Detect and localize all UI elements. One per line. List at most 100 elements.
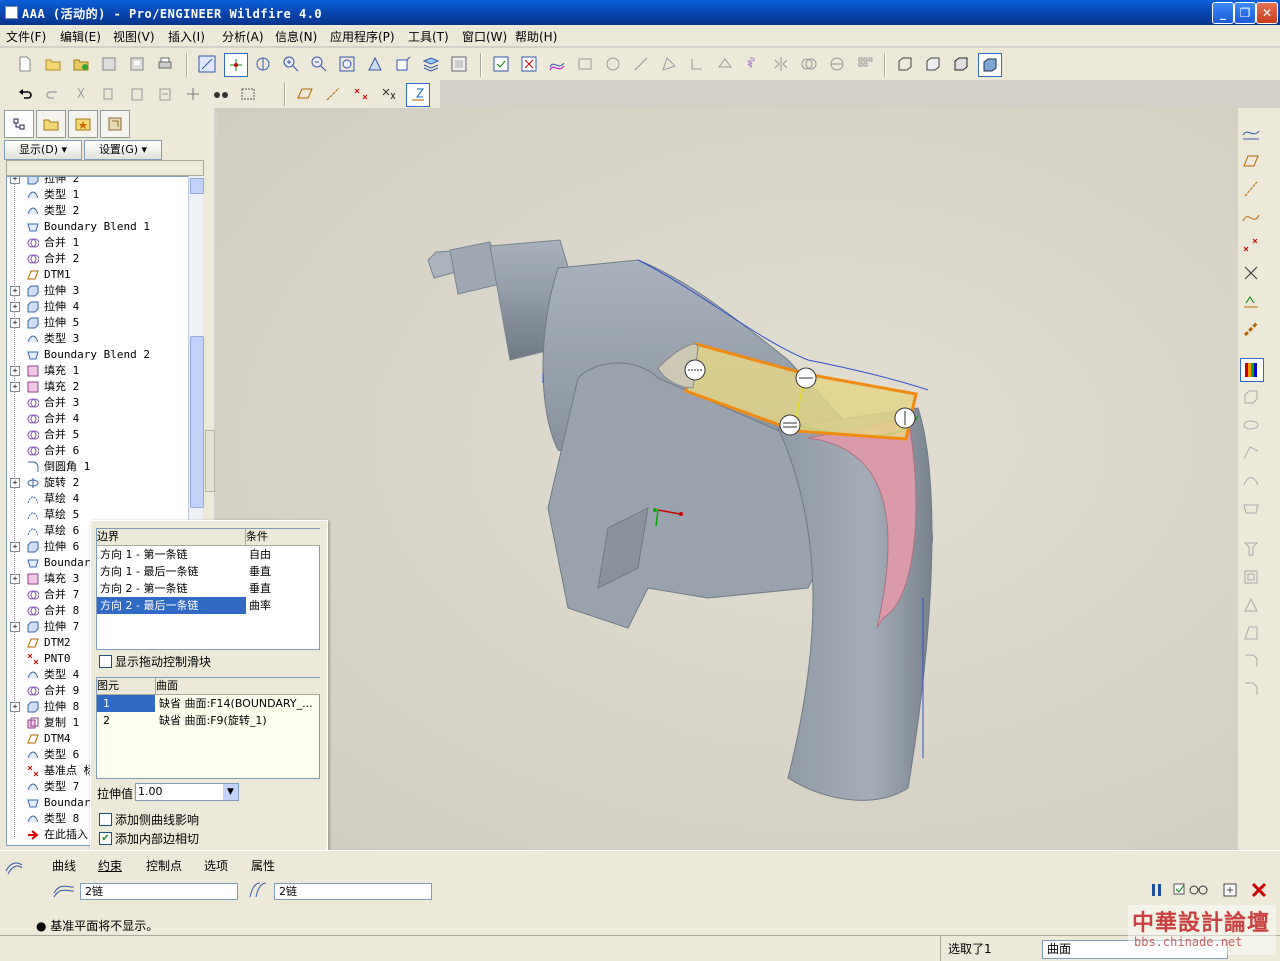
- mirror-tool-icon[interactable]: [770, 53, 792, 75]
- view-manager-icon[interactable]: [448, 53, 470, 75]
- extrude-tool-icon[interactable]: [1240, 386, 1262, 408]
- merge-tool-icon[interactable]: [798, 53, 820, 75]
- datum-plane-tool-icon[interactable]: [574, 53, 596, 75]
- surface-cell[interactable]: 缺省 曲面:F14(BOUNDARY_...: [159, 695, 317, 712]
- datum-point-icon[interactable]: [350, 83, 372, 105]
- datum-curve-tool-icon[interactable]: [1240, 206, 1262, 228]
- paste-icon[interactable]: [126, 83, 148, 105]
- expand-icon[interactable]: +: [10, 542, 20, 552]
- tab-control-points[interactable]: 控制点: [146, 857, 182, 874]
- datum-csys-icon[interactable]: [378, 83, 400, 105]
- tab-options[interactable]: 选项: [204, 857, 228, 874]
- tree-item[interactable]: 合并 4: [7, 411, 189, 427]
- tree-item[interactable]: 合并 6: [7, 443, 189, 459]
- axis-tool-icon[interactable]: [1240, 178, 1262, 200]
- tree-item[interactable]: 类型 3: [7, 331, 189, 347]
- menu-info[interactable]: 信息(N): [275, 28, 317, 45]
- csys-tool-icon[interactable]: [1240, 262, 1262, 284]
- graphics-viewport[interactable]: [218, 108, 1238, 850]
- expand-icon[interactable]: +: [10, 702, 20, 712]
- toggle-datum-planes-icon[interactable]: [490, 53, 512, 75]
- save-copy-icon[interactable]: [126, 53, 148, 75]
- tree-item[interactable]: 合并 2: [7, 251, 189, 267]
- zoom-in-icon[interactable]: [280, 53, 302, 75]
- boundary-blend-tool-icon[interactable]: [1240, 498, 1262, 520]
- regenerate-icon[interactable]: [182, 83, 204, 105]
- display-dropdown[interactable]: 显示(D) ▾: [4, 140, 82, 160]
- menu-view[interactable]: 视图(V): [113, 28, 155, 45]
- chevron-down-icon[interactable]: ▼: [223, 784, 238, 800]
- tree-item[interactable]: 类型 2: [7, 203, 189, 219]
- layers-icon[interactable]: [420, 53, 442, 75]
- tree-item[interactable]: + 拉伸 5: [7, 315, 189, 331]
- surface-row[interactable]: 1 缺省 曲面:F14(BOUNDARY_...: [97, 695, 319, 712]
- open-file-icon[interactable]: [42, 53, 64, 75]
- menu-analysis[interactable]: 分析(A): [222, 28, 264, 45]
- minimize-button[interactable]: _: [1212, 2, 1234, 24]
- expand-icon[interactable]: +: [10, 177, 20, 184]
- scroll-thumb[interactable]: [190, 336, 204, 508]
- hidden-line-icon[interactable]: [922, 53, 944, 75]
- tree-item[interactable]: 类型 1: [7, 187, 189, 203]
- menu-insert[interactable]: 插入(I): [168, 28, 205, 45]
- shell-tool-icon[interactable]: [1240, 566, 1262, 588]
- datum-curve-icon[interactable]: [546, 53, 568, 75]
- verify-preview-icon[interactable]: [1172, 881, 1208, 899]
- repaint-icon[interactable]: [196, 53, 218, 75]
- restore-button[interactable]: ❐: [1234, 2, 1256, 24]
- open-folder-icon[interactable]: [70, 53, 92, 75]
- chain-tool-icon[interactable]: [1240, 318, 1262, 340]
- menu-window[interactable]: 窗口(W): [462, 28, 507, 45]
- curve-tool-icon[interactable]: [1240, 122, 1262, 144]
- tab-model-tree[interactable]: [4, 110, 34, 138]
- chamfer-tool-icon[interactable]: [1240, 678, 1262, 700]
- refit-icon[interactable]: [336, 53, 358, 75]
- tree-item[interactable]: 合并 1: [7, 235, 189, 251]
- expand-icon[interactable]: +: [10, 622, 20, 632]
- no-hidden-icon[interactable]: [950, 53, 972, 75]
- tab-properties[interactable]: 属性: [251, 857, 275, 874]
- expand-icon[interactable]: +: [10, 574, 20, 584]
- cut-icon[interactable]: [70, 83, 92, 105]
- tree-item[interactable]: + 填充 1: [7, 363, 189, 379]
- menu-tools[interactable]: 工具(T): [408, 28, 449, 45]
- panel-collapse-handle[interactable]: [205, 430, 215, 492]
- settings-dropdown[interactable]: 设置(G) ▾: [84, 140, 162, 160]
- surface-row[interactable]: 2 缺省 曲面:F9(旋转_1): [97, 712, 319, 729]
- tree-item[interactable]: DTM1: [7, 267, 189, 283]
- tree-item[interactable]: + 旋转 2: [7, 475, 189, 491]
- boundary-condition-row[interactable]: 方向 1 - 第一条链 自由: [97, 546, 319, 563]
- tab-curves[interactable]: 曲线: [52, 857, 76, 874]
- zoom-out-icon[interactable]: [308, 53, 330, 75]
- expand-icon[interactable]: +: [10, 286, 20, 296]
- stretch-value-select[interactable]: 1.00 ▼: [135, 783, 239, 801]
- copy-icon[interactable]: [98, 83, 120, 105]
- boundary-condition-row[interactable]: 方向 1 - 最后一条链 垂直: [97, 563, 319, 580]
- show-drag-handles-checkbox[interactable]: [99, 655, 112, 668]
- point-tool-icon[interactable]: [1240, 234, 1262, 256]
- tab-connections[interactable]: [100, 110, 130, 138]
- toggle-axes-icon[interactable]: [518, 53, 540, 75]
- scroll-up-arrow[interactable]: [190, 178, 204, 194]
- add-side-curve-checkbox[interactable]: [99, 813, 112, 826]
- orient-mode-icon[interactable]: [252, 53, 274, 75]
- menu-file[interactable]: 文件(F): [6, 28, 46, 45]
- datum-axis-tool-icon[interactable]: [630, 53, 652, 75]
- hole-tool-icon[interactable]: [1240, 538, 1262, 560]
- revolve-tool-icon[interactable]: [1240, 414, 1262, 436]
- shading-icon[interactable]: [978, 53, 1002, 77]
- paste-special-icon[interactable]: [154, 83, 176, 105]
- tab-constraints[interactable]: 约束: [98, 857, 122, 874]
- sweep-tool-icon[interactable]: [1240, 442, 1262, 464]
- menu-edit[interactable]: 编辑(E): [60, 28, 101, 45]
- menu-applications[interactable]: 应用程序(P): [330, 28, 395, 45]
- plane-tool-icon[interactable]: [1240, 150, 1262, 172]
- spring-icon[interactable]: [742, 53, 764, 75]
- surface-cell[interactable]: 缺省 曲面:F9(旋转_1): [159, 712, 317, 729]
- expand-icon[interactable]: +: [10, 382, 20, 392]
- tree-item[interactable]: Boundary Blend 1: [7, 219, 189, 235]
- tree-item[interactable]: 草绘 4: [7, 491, 189, 507]
- sketch-tool-icon[interactable]: [658, 53, 680, 75]
- reorient-icon[interactable]: [364, 53, 386, 75]
- accept-feature-icon[interactable]: [1222, 881, 1240, 899]
